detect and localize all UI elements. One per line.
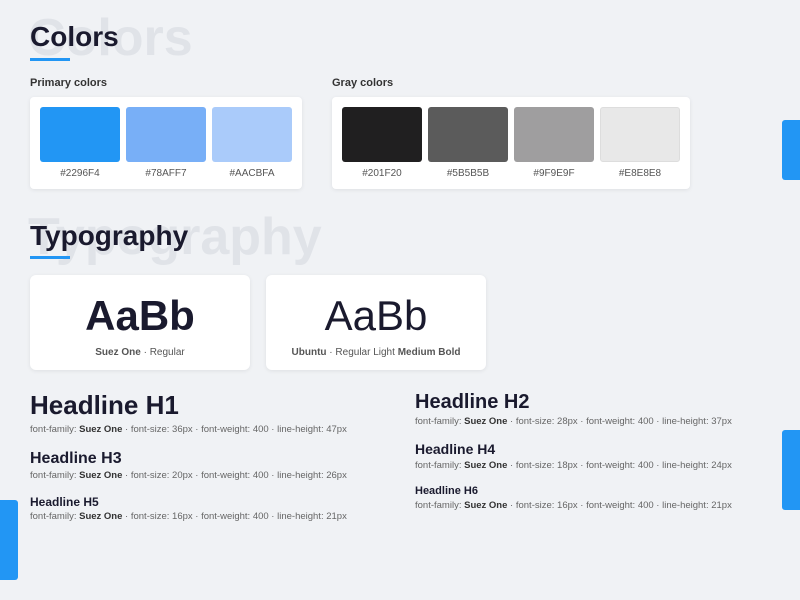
swatch-9F9E9F [514,107,594,162]
swatch-201F20 [342,107,422,162]
primary-swatch-2: #78AFF7 [126,107,206,179]
page-wrapper: Colors Colors Primary colors #2296F4 #78… [0,0,800,600]
main-content: Colors Colors Primary colors #2296F4 #78… [30,0,770,536]
headline-h3: Headline H3 [30,449,385,468]
font-card-suez: AaBb Suez One · Regular [30,275,250,370]
hex-E8E8E8: #E8E8E8 [619,168,661,179]
gray-colors-label: Gray colors [332,77,690,89]
font-cards: AaBb Suez One · Regular AaBb Ubuntu · Re… [30,275,770,370]
font-label-ubuntu: Ubuntu · Regular Light Medium Bold [292,347,461,358]
headlines-col-right: Headline H2 font-family: Suez One · font… [415,390,770,536]
headline-h5-meta: font-family: Suez One · font-size: 16px … [30,511,385,522]
gray-swatch-2: #5B5B5B [428,107,508,179]
headline-h4-meta: font-family: Suez One · font-size: 18px … [415,460,770,471]
font-card-ubuntu: AaBb Ubuntu · Regular Light Medium Bold [266,275,486,370]
hex-5B5B5B: #5B5B5B [447,168,489,179]
colors-title: Colors [30,20,770,54]
swatch-E8E8E8 [600,107,680,162]
headline-h5-item: Headline H5 font-family: Suez One · font… [30,495,385,522]
typography-title: Typography [30,219,770,253]
colors-row: Primary colors #2296F4 #78AFF7 #AACBFA [30,77,770,189]
font-demo-ubuntu: AaBb [325,293,428,339]
swatch-AACBFA [212,107,292,162]
hex-2296F4: #2296F4 [60,168,99,179]
headline-h6-item: Headline H6 font-family: Suez One · font… [415,485,770,511]
hex-201F20: #201F20 [362,168,401,179]
headline-h3-item: Headline H3 font-family: Suez One · font… [30,449,385,481]
typography-section: Typography Typography AaBb Suez One · Re… [30,219,770,537]
swatch-78AFF7 [126,107,206,162]
hex-9F9E9F: #9F9E9F [533,168,574,179]
swatch-2296F4 [40,107,120,162]
gray-color-swatches: #201F20 #5B5B5B #9F9E9F #E8E8E8 [332,97,690,189]
colors-section-header: Colors Colors [30,20,770,61]
typography-underline [30,256,70,259]
headline-h1-item: Headline H1 font-family: Suez One · font… [30,390,385,434]
headline-h4: Headline H4 [415,441,770,458]
font-label-suez: Suez One · Regular [95,347,184,358]
primary-colors-group: Primary colors #2296F4 #78AFF7 #AACBFA [30,77,302,189]
headlines-row: Headline H1 font-family: Suez One · font… [30,390,770,536]
headline-h2-item: Headline H2 font-family: Suez One · font… [415,390,770,427]
gray-colors-group: Gray colors #201F20 #5B5B5B #9F9E9F [332,77,690,189]
headlines-col-left: Headline H1 font-family: Suez One · font… [30,390,385,536]
headline-h3-meta: font-family: Suez One · font-size: 20px … [30,470,385,481]
typography-section-header: Typography Typography [30,219,770,260]
headline-h1-meta: font-family: Suez One · font-size: 36px … [30,424,385,435]
primary-color-swatches: #2296F4 #78AFF7 #AACBFA [30,97,302,189]
font-demo-suez: AaBb [85,293,195,339]
blue-bar-right-top [782,120,800,180]
headline-h5: Headline H5 [30,495,385,509]
blue-bar-left-bottom [0,500,18,580]
primary-swatch-3: #AACBFA [212,107,292,179]
gray-swatch-4: #E8E8E8 [600,107,680,179]
hex-78AFF7: #78AFF7 [145,168,186,179]
blue-bar-right-bottom [782,430,800,510]
headline-h2-meta: font-family: Suez One · font-size: 28px … [415,416,770,427]
primary-colors-label: Primary colors [30,77,302,89]
swatch-5B5B5B [428,107,508,162]
gray-swatch-3: #9F9E9F [514,107,594,179]
gray-swatch-1: #201F20 [342,107,422,179]
primary-swatch-1: #2296F4 [40,107,120,179]
headline-h2: Headline H2 [415,390,770,414]
headline-h6: Headline H6 [415,485,770,498]
headline-h1: Headline H1 [30,390,385,421]
colors-underline [30,58,70,61]
hex-AACBFA: #AACBFA [229,168,274,179]
headline-h4-item: Headline H4 font-family: Suez One · font… [415,441,770,471]
headline-h6-meta: font-family: Suez One · font-size: 16px … [415,500,770,511]
